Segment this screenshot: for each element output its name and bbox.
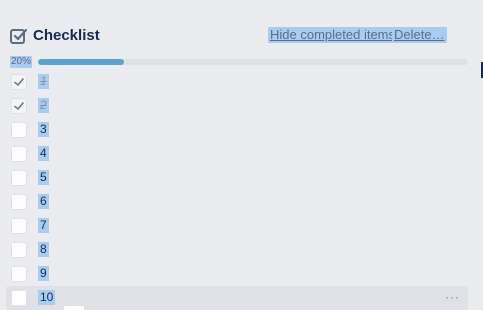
item-label[interactable]: 1 bbox=[38, 74, 49, 89]
checklist-header: Checklist Hide completed items Delete… bbox=[10, 26, 470, 48]
item-label[interactable]: 8 bbox=[38, 242, 49, 257]
item-label[interactable]: 6 bbox=[38, 194, 49, 209]
item-label[interactable]: 5 bbox=[38, 170, 49, 185]
checklist-progress: 20% bbox=[10, 55, 470, 69]
checkmark-icon bbox=[14, 78, 24, 86]
checklist-item[interactable]: 1 bbox=[6, 70, 468, 94]
item-label[interactable]: 7 bbox=[38, 218, 49, 233]
checklist-item[interactable]: 8 bbox=[6, 238, 468, 262]
checklist-item[interactable]: 4 bbox=[6, 142, 468, 166]
item-checkbox[interactable] bbox=[11, 242, 27, 258]
checklist-item[interactable]: 5 bbox=[6, 166, 468, 190]
add-item-chip[interactable] bbox=[64, 306, 84, 310]
item-checkbox[interactable] bbox=[11, 146, 27, 162]
checklist-item[interactable]: 2 bbox=[6, 94, 468, 118]
item-checkbox[interactable] bbox=[11, 98, 27, 114]
progress-percent: 20% bbox=[10, 56, 33, 68]
item-checkbox[interactable] bbox=[11, 170, 27, 186]
item-label[interactable]: 9 bbox=[38, 266, 49, 281]
item-label[interactable]: 2 bbox=[38, 98, 49, 113]
item-label[interactable]: 10 bbox=[38, 290, 56, 305]
item-checkbox[interactable] bbox=[11, 290, 27, 306]
checklist-items: 1 2 3 4 5 6 7 8 9 10 ··· bbox=[6, 70, 468, 310]
item-more-icon[interactable]: ··· bbox=[445, 290, 460, 304]
progress-fill bbox=[38, 59, 124, 65]
progress-track bbox=[38, 59, 468, 65]
item-checkbox[interactable] bbox=[11, 194, 27, 210]
checklist-panel: Checklist Hide completed items Delete… 2… bbox=[0, 0, 483, 310]
item-label[interactable]: 4 bbox=[38, 146, 49, 161]
checklist-icon bbox=[10, 28, 28, 44]
hide-completed-link[interactable]: Hide completed items bbox=[268, 27, 397, 43]
item-checkbox[interactable] bbox=[11, 266, 27, 282]
delete-checklist-link[interactable]: Delete… bbox=[392, 27, 447, 43]
checklist-item[interactable]: 3 bbox=[6, 118, 468, 142]
checklist-title: Checklist bbox=[33, 27, 100, 44]
checkmark-icon bbox=[14, 102, 24, 110]
item-checkbox[interactable] bbox=[11, 218, 27, 234]
item-checkbox[interactable] bbox=[11, 122, 27, 138]
checklist-item[interactable]: 6 bbox=[6, 190, 468, 214]
checklist-item[interactable]: 7 bbox=[6, 214, 468, 238]
checklist-item[interactable]: 9 bbox=[6, 262, 468, 286]
item-label[interactable]: 3 bbox=[38, 122, 49, 137]
item-checkbox[interactable] bbox=[11, 74, 27, 90]
